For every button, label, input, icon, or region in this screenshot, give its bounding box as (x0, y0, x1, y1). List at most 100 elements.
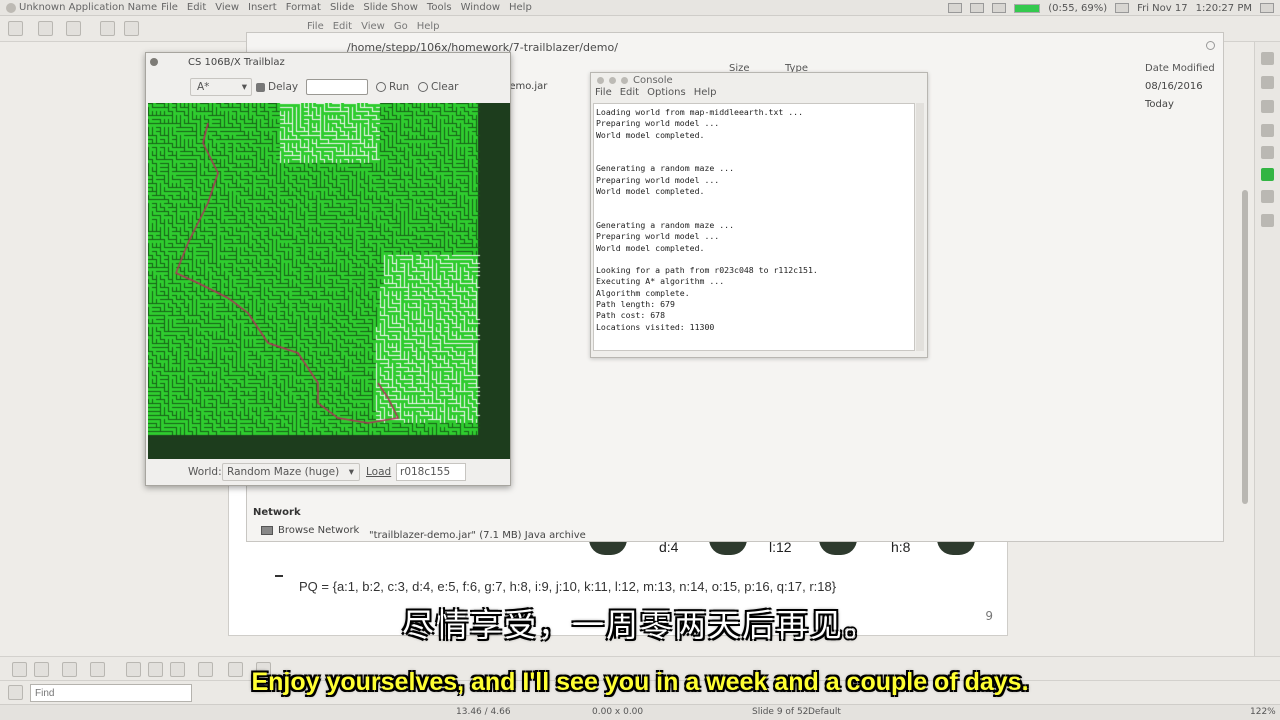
animation-icon[interactable] (1261, 100, 1274, 113)
compass-icon[interactable] (1261, 214, 1274, 227)
close-icon[interactable] (1206, 41, 1215, 50)
export-icon[interactable] (100, 21, 115, 36)
menu-format[interactable]: Format (286, 2, 321, 13)
fm-menu-help[interactable]: Help (417, 21, 440, 32)
new-doc-icon[interactable] (8, 21, 23, 36)
console-menu-file[interactable]: File (595, 87, 612, 101)
clear-icon (418, 82, 428, 92)
gallery-icon[interactable] (1261, 168, 1274, 181)
clear-button[interactable]: Clear (418, 81, 458, 93)
slide-indicator: Slide 9 of 52 (752, 707, 809, 717)
world-value: Random Maze (huge) (227, 466, 340, 478)
maze-canvas[interactable] (148, 103, 510, 459)
close-icon[interactable] (597, 76, 604, 84)
subtitle-chinese: 尽情享受，一周零两天后再见。 (401, 606, 878, 644)
pq-text: PQ = {a:1, b:2, c:3, d:4, e:5, f:6, g:7,… (299, 579, 837, 594)
menu-insert[interactable]: Insert (248, 2, 277, 13)
mail-icon[interactable] (970, 3, 985, 13)
minimize-icon[interactable] (609, 76, 616, 84)
app-menu: File Edit View Insert Format Slide Slide… (161, 2, 532, 13)
clock-label[interactable]: 1:20:27 PM (1196, 3, 1252, 14)
menu-help[interactable]: Help (509, 2, 532, 13)
algorithm-select[interactable]: A* ▾ (190, 78, 252, 96)
menu-edit[interactable]: Edit (187, 2, 206, 13)
console-menu-options[interactable]: Options (647, 87, 686, 101)
run-button[interactable]: Run (376, 81, 409, 93)
navigator-icon[interactable] (1261, 190, 1274, 203)
app-name: Unknown Application Name (19, 2, 158, 13)
status-bar: 13.46 / 4.66 0.00 x 0.00 Slide 9 of 52 D… (0, 704, 1280, 720)
console-menu-help[interactable]: Help (694, 87, 717, 101)
styles-icon[interactable] (1261, 146, 1274, 159)
trailblazer-titlebar: CS 106B/X Trailblaz (146, 53, 510, 71)
console-scrollbar[interactable] (916, 103, 924, 351)
close-icon[interactable] (150, 58, 158, 66)
master-slides-icon[interactable] (1261, 124, 1274, 137)
fm-menu-go[interactable]: Go (394, 21, 408, 32)
console-menu: File Edit Options Help (591, 87, 927, 101)
console-title: Console (633, 74, 673, 86)
print-icon[interactable] (124, 21, 139, 36)
delay-slider[interactable] (306, 79, 368, 95)
file-date: 08/16/2016 (1145, 81, 1203, 92)
fm-menu: File Edit View Go Help (307, 21, 440, 32)
world-label: World: (188, 466, 222, 478)
object-size: 0.00 x 0.00 (592, 707, 644, 717)
cursor-position: 13.46 / 4.66 (456, 707, 511, 717)
column-date-modified[interactable]: Date Modified (1145, 63, 1215, 74)
system-tray: (0:55, 69%) Fri Nov 17 1:20:27 PM (948, 0, 1274, 16)
fm-menu-view[interactable]: View (361, 21, 385, 32)
maximize-icon[interactable] (621, 76, 628, 84)
properties-icon[interactable] (1261, 52, 1274, 65)
browse-network-item[interactable]: Browse Network (261, 525, 359, 536)
chevron-down-icon: ▾ (241, 81, 247, 93)
bullet-dash (275, 575, 283, 577)
fm-menu-edit[interactable]: Edit (333, 21, 352, 32)
layout-name: Default (808, 707, 841, 717)
battery-icon[interactable] (1014, 3, 1041, 13)
console-titlebar: Console (591, 73, 927, 87)
world-select[interactable]: Random Maze (huge) ▾ (222, 463, 360, 481)
menu-file[interactable]: File (161, 2, 178, 13)
run-label: Run (389, 81, 410, 93)
menu-window[interactable]: Window (461, 2, 500, 13)
run-icon (376, 82, 386, 92)
fm-status: "trailblazer-demo.jar" (7.1 MB) Java arc… (369, 530, 586, 541)
console-menu-edit[interactable]: Edit (620, 87, 639, 101)
menu-view[interactable]: View (215, 2, 239, 13)
volume-icon[interactable] (1115, 3, 1130, 13)
browse-network-label: Browse Network (278, 525, 360, 536)
menu-tools[interactable]: Tools (427, 2, 452, 13)
delay-label: Delay (268, 81, 299, 93)
console-window: Console File Edit Options Help Loading w… (590, 72, 928, 358)
network-header: Network (253, 507, 301, 518)
close-app-icon[interactable] (6, 2, 16, 13)
chevron-down-icon: ▾ (348, 466, 354, 478)
algorithm-value: A* (197, 81, 210, 93)
slide-transition-icon[interactable] (1261, 76, 1274, 89)
zoom-level[interactable]: 122% (1250, 707, 1276, 717)
network-icon (261, 526, 273, 535)
open-icon[interactable] (38, 21, 53, 36)
coordinate-field[interactable]: r018c155 (396, 463, 466, 481)
subtitle-english: Enjoy yourselves, and I'll see you in a … (251, 668, 1029, 696)
checkbox-icon (256, 82, 265, 92)
fm-menu-file[interactable]: File (307, 21, 324, 32)
world-controls: World: Random Maze (huge) ▾ Load r018c15… (146, 461, 512, 485)
menu-slide[interactable]: Slide (330, 2, 354, 13)
console-output[interactable]: Loading world from map-middleearth.txt .… (593, 103, 915, 351)
trailblazer-controls: A* ▾ Delay Run Clear (146, 77, 512, 97)
power-icon[interactable] (1260, 3, 1274, 13)
vertical-scrollbar[interactable] (1242, 190, 1248, 504)
file-date: Today (1145, 99, 1174, 110)
wifi-icon[interactable] (992, 3, 1007, 13)
date-label[interactable]: Fri Nov 17 (1137, 3, 1188, 14)
trailblazer-title: CS 106B/X Trailblaz (188, 56, 285, 68)
save-icon[interactable] (66, 21, 81, 36)
battery-status: (0:55, 69%) (1048, 2, 1108, 14)
keyboard-icon[interactable] (948, 3, 963, 13)
menu-slide-show[interactable]: Slide Show (363, 2, 418, 13)
top-menubar: Unknown Application Name File Edit View … (0, 0, 1280, 16)
delay-checkbox[interactable]: Delay (256, 81, 298, 93)
load-button[interactable]: Load (366, 466, 391, 478)
